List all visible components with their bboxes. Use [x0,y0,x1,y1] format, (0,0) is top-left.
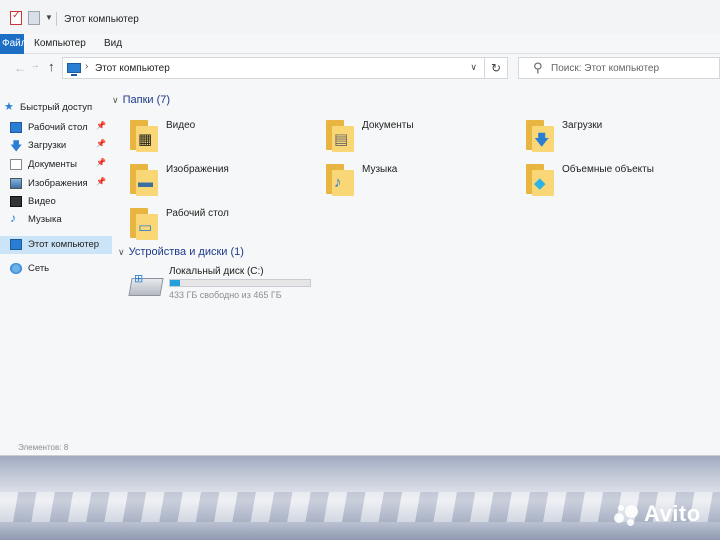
documents-folder-icon: ▤ [326,120,354,152]
properties-quick-access-icon[interactable] [10,10,22,25]
pictures-icon [10,178,22,189]
sidebar-item-quick-access[interactable]: ★ Быстрый доступ [0,100,112,116]
customize-quick-access-icon[interactable]: ▼ [45,13,53,22]
video-folder-icon: ▦ [130,120,158,152]
search-input[interactable]: ⚲ Поиск: Этот компьютер [518,57,720,79]
music-icon: ♪ [10,211,16,225]
tab-view[interactable]: Вид [104,38,122,49]
refresh-button[interactable]: ↻ [484,57,508,79]
folder-pictures[interactable]: ▬ Изображения [130,160,330,200]
sidebar-item-network[interactable]: Сеть [0,261,112,277]
folder-music[interactable]: ♪ Музыка [326,160,526,200]
star-icon: ★ [4,101,14,113]
avito-watermark: Avito [612,497,712,531]
sidebar-item-downloads[interactable]: 🡇 Загрузки 📌 [0,138,112,154]
avito-logo-icon [614,503,640,527]
sidebar-item-music[interactable]: ♪ Музыка [0,211,112,228]
sidebar-item-documents[interactable]: Документы 📌 [0,157,112,173]
pin-icon: 📌 [96,177,106,186]
breadcrumb-chevron-icon[interactable]: › [85,61,88,72]
windows-logo-icon: ⊞ [134,273,144,285]
downloads-folder-icon: 🡇 [526,120,554,152]
drive-c[interactable]: ⊞ Локальный диск (C:) 433 ГБ свободно из… [128,266,330,306]
pin-icon: 📌 [96,139,106,148]
avito-logo-text: Avito [644,501,701,526]
search-icon: ⚲ [533,60,543,75]
folder-video[interactable]: ▦ Видео [130,116,330,156]
sidebar-item-desktop[interactable]: Рабочий стол 📌 [0,120,112,136]
new-folder-quick-access-icon[interactable] [28,11,40,25]
devices-group-header[interactable]: ∨ Устройства и диски (1) [118,246,244,258]
tab-file[interactable]: Файл [0,34,27,54]
video-icon [10,196,22,207]
search-placeholder: Поиск: Этот компьютер [551,63,660,74]
navigation-bar: ← → ↑ › Этот компьютер ∨ ↻ ⚲ Поиск: Этот… [0,54,720,82]
network-icon [10,263,22,274]
downloads-icon: 🡇 [10,139,23,153]
title-separator [56,12,57,26]
collapse-chevron-icon[interactable]: ∨ [112,95,119,105]
folder-desktop[interactable]: ▭ Рабочий стол [130,204,330,244]
pin-icon: 📌 [96,158,106,167]
folder-3d-objects[interactable]: ◆ Объемные объекты [526,160,720,200]
sidebar-item-pictures[interactable]: Изображения 📌 [0,176,112,192]
folder-downloads[interactable]: 🡇 Загрузки [526,116,720,156]
tab-computer[interactable]: Компьютер [34,38,86,49]
forward-arrow-icon[interactable]: → [30,60,40,71]
sidebar-item-video[interactable]: Видео [0,194,112,210]
drive-usage-bar [169,279,311,287]
explorer-window: ▼ Этот компьютер Файл Компьютер Вид ← → … [0,0,720,456]
folders-group-header[interactable]: ∨ Папки (7) [112,94,170,106]
desktop-folder-icon: ▭ [130,208,158,240]
address-dropdown-icon[interactable]: ∨ [470,62,477,73]
pictures-folder-icon: ▬ [130,164,158,196]
window-title: Этот компьютер [64,14,139,25]
music-folder-icon: ♪ [326,164,354,196]
address-bar[interactable]: › Этот компьютер ∨ [62,57,486,79]
breadcrumb-this-pc[interactable]: Этот компьютер [95,63,170,74]
this-pc-icon [67,63,81,76]
desktop-icon [10,122,22,133]
drive-free-space: 433 ГБ свободно из 465 ГБ [169,290,282,300]
this-pc-icon [10,239,22,250]
pin-icon: 📌 [96,121,106,130]
navigation-pane: ★ Быстрый доступ Рабочий стол 📌 🡇 Загруз… [0,96,112,436]
collapse-chevron-icon[interactable]: ∨ [118,247,125,257]
drive-usage-fill [170,280,180,286]
up-arrow-icon[interactable]: ↑ [48,59,55,74]
title-bar: ▼ Этот компьютер [0,0,720,34]
status-bar-count: Элементов: 8 [18,443,69,452]
ribbon-tabs: Файл Компьютер Вид [0,34,720,54]
sidebar-item-this-pc[interactable]: Этот компьютер [0,236,112,254]
documents-icon [10,159,22,170]
3d-objects-folder-icon: ◆ [526,164,554,196]
back-arrow-icon[interactable]: ← [14,61,26,75]
folder-documents[interactable]: ▤ Документы [326,116,526,156]
